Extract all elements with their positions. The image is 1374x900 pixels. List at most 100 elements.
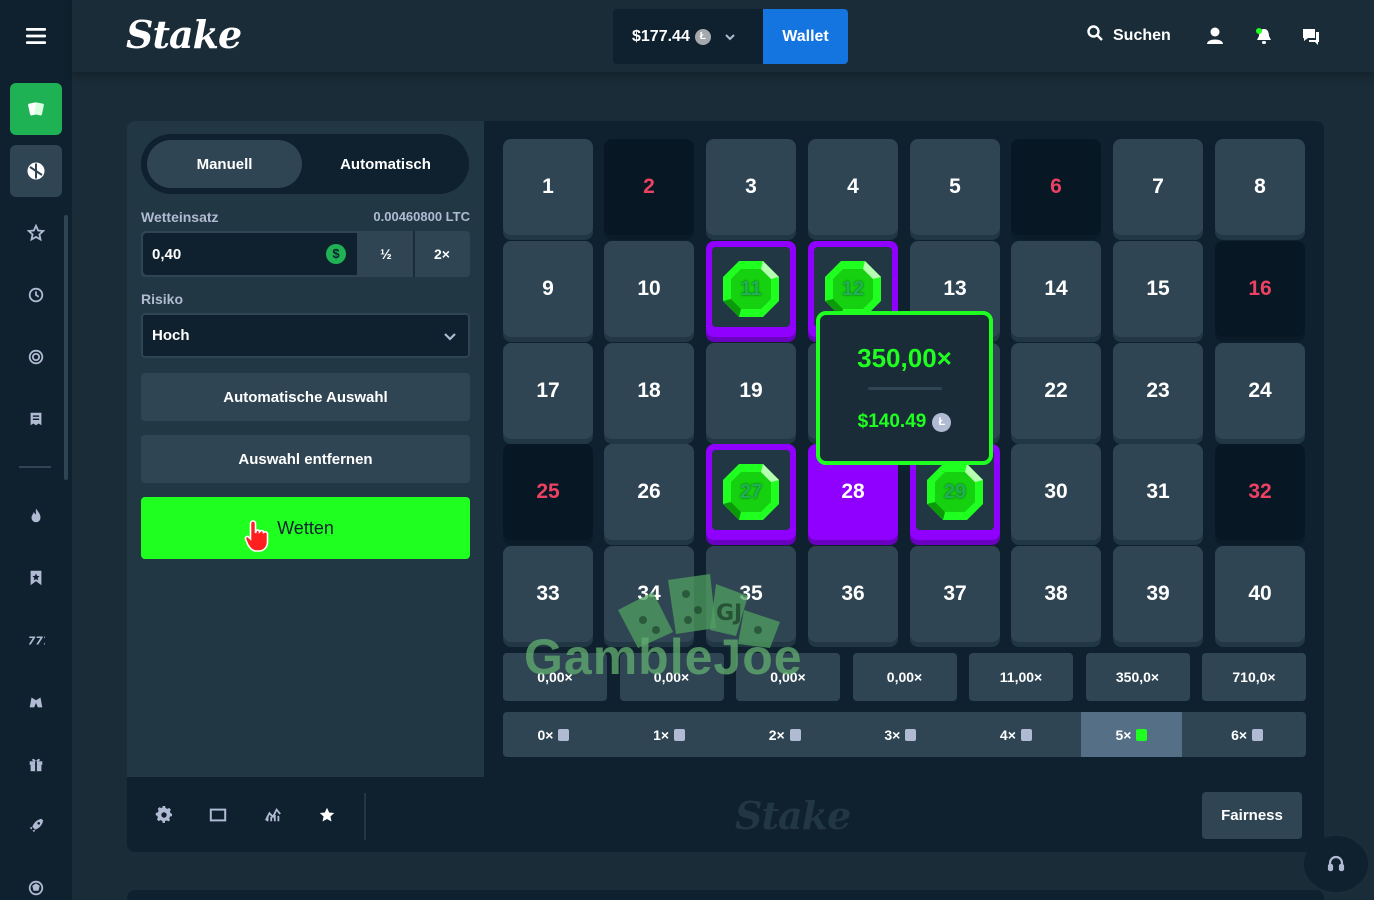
tile-number: 31 <box>1146 480 1170 503</box>
mini-gem-icon <box>1136 728 1148 741</box>
keno-tile-4[interactable]: 4 <box>808 139 898 235</box>
keno-tile-1[interactable]: 1 <box>503 139 593 235</box>
tile-number: 24 <box>1248 379 1272 402</box>
bet-amount-input[interactable] <box>143 233 357 275</box>
tile-number: 5 <box>949 175 961 198</box>
star-icon[interactable] <box>23 220 49 246</box>
keno-tile-8[interactable]: 8 <box>1215 139 1305 235</box>
search-button[interactable]: Suchen <box>1086 24 1171 47</box>
stats-icon[interactable] <box>264 806 282 824</box>
bet-crypto-value: 0.00460800 LTC <box>373 209 470 224</box>
tile-number: 2 <box>643 175 655 198</box>
sidebar-divider <box>19 466 51 468</box>
keno-tile-32[interactable]: 32 <box>1215 444 1305 540</box>
favourite-star-icon[interactable] <box>318 806 336 824</box>
history-icon[interactable] <box>23 282 49 308</box>
keno-tile-37[interactable]: 37 <box>910 546 1000 642</box>
keno-tile-10[interactable]: 10 <box>604 241 694 337</box>
keno-tile-24[interactable]: 24 <box>1215 343 1305 439</box>
keno-tile-3[interactable]: 3 <box>706 139 796 235</box>
keno-tile-15[interactable]: 15 <box>1113 241 1203 337</box>
clear-table-button[interactable]: Auswahl entfernen <box>141 435 470 483</box>
hit-count-cell: 6× <box>1197 712 1298 757</box>
keno-tile-16[interactable]: 16 <box>1215 241 1305 337</box>
popup-payout-amount: $140.49 <box>857 411 927 432</box>
keno-tile-33[interactable]: 33 <box>503 546 593 642</box>
fire-icon[interactable] <box>23 503 49 529</box>
bookmark-icon[interactable] <box>23 565 49 591</box>
tile-number: 26 <box>637 480 661 503</box>
keno-tile-7[interactable]: 7 <box>1113 139 1203 235</box>
casino-icon[interactable] <box>10 83 62 135</box>
tile-number: 40 <box>1248 582 1272 605</box>
footer-divider <box>364 793 366 840</box>
chat-icon[interactable] <box>1301 26 1321 46</box>
bet-button[interactable]: Wetten <box>141 497 470 559</box>
keno-tile-35[interactable]: 35 <box>706 546 796 642</box>
keno-tile-14[interactable]: 14 <box>1011 241 1101 337</box>
hand-cursor-icon <box>244 519 272 553</box>
mini-gem-icon <box>1020 728 1032 741</box>
notification-bell-icon[interactable] <box>1254 26 1274 46</box>
live-icon[interactable] <box>23 689 49 715</box>
tile-number: 9 <box>542 277 554 300</box>
tab-manual[interactable]: Manuell <box>147 140 302 188</box>
keno-tile-18[interactable]: 18 <box>604 343 694 439</box>
bet-amount-label: Wetteinsatz <box>141 209 219 225</box>
keno-tile-31[interactable]: 31 <box>1113 444 1203 540</box>
keno-tile-17[interactable]: 17 <box>503 343 593 439</box>
double-bet-button[interactable]: 2× <box>413 231 469 277</box>
balance-dropdown[interactable]: $177.44 Ł <box>613 9 763 64</box>
keno-tile-9[interactable]: 9 <box>503 241 593 337</box>
gift-icon[interactable] <box>23 751 49 777</box>
keno-tile-27[interactable]: 27 <box>706 444 796 540</box>
chevron-down-icon <box>723 30 737 44</box>
svg-text:777: 777 <box>28 635 45 648</box>
keno-tile-38[interactable]: 38 <box>1011 546 1101 642</box>
bet-button-label: Wetten <box>277 517 334 538</box>
tile-number: 18 <box>637 379 661 402</box>
keno-tile-26[interactable]: 26 <box>604 444 694 540</box>
target-icon[interactable] <box>23 344 49 370</box>
sidebar-scrollbar[interactable] <box>64 215 68 480</box>
keno-tile-22[interactable]: 22 <box>1011 343 1101 439</box>
rocket-icon[interactable] <box>23 813 49 839</box>
sports-icon[interactable] <box>10 145 62 197</box>
receipt-icon[interactable] <box>23 406 49 432</box>
keno-tile-11[interactable]: 11 <box>706 241 796 337</box>
keno-tile-25[interactable]: 25 <box>503 444 593 540</box>
keno-tile-5[interactable]: 5 <box>910 139 1000 235</box>
keno-tile-40[interactable]: 40 <box>1215 546 1305 642</box>
tile-number: 11 <box>740 277 762 300</box>
keno-tile-23[interactable]: 23 <box>1113 343 1203 439</box>
user-icon[interactable] <box>1205 26 1225 46</box>
fairness-button[interactable]: Fairness <box>1202 792 1302 839</box>
auto-pick-button[interactable]: Automatische Auswahl <box>141 373 470 421</box>
slots-icon[interactable]: 777 <box>23 627 49 653</box>
tile-number: 7 <box>1152 175 1164 198</box>
payout-popup: 350,00× $140.49 Ł <box>816 311 993 465</box>
sidebar: 777 <box>0 0 72 900</box>
tile-number: 15 <box>1146 277 1170 300</box>
keno-tile-34[interactable]: 34 <box>604 546 694 642</box>
menu-icon[interactable] <box>23 23 49 49</box>
tab-auto[interactable]: Automatisch <box>308 140 463 188</box>
keno-tile-30[interactable]: 30 <box>1011 444 1101 540</box>
risk-select[interactable]: Hoch <box>141 313 470 358</box>
keno-tile-39[interactable]: 39 <box>1113 546 1203 642</box>
keno-tile-6[interactable]: 6 <box>1011 139 1101 235</box>
half-bet-button[interactable]: ½ <box>358 231 414 277</box>
risk-value: Hoch <box>152 327 190 344</box>
keno-tile-2[interactable]: 2 <box>604 139 694 235</box>
hit-count-row: 0× 1× 2× 3× 4× 5× 6× <box>503 712 1306 757</box>
keno-tile-19[interactable]: 19 <box>706 343 796 439</box>
stake-logo[interactable]: Stake <box>126 12 242 57</box>
support-headset-icon[interactable] <box>1304 836 1368 892</box>
theatre-mode-icon[interactable] <box>209 806 227 824</box>
keno-tile-36[interactable]: 36 <box>808 546 898 642</box>
tile-number: 8 <box>1254 175 1266 198</box>
ball-icon[interactable] <box>23 875 49 900</box>
wallet-button[interactable]: Wallet <box>763 9 848 64</box>
tile-number: 34 <box>637 582 661 605</box>
gear-icon[interactable] <box>155 806 173 824</box>
